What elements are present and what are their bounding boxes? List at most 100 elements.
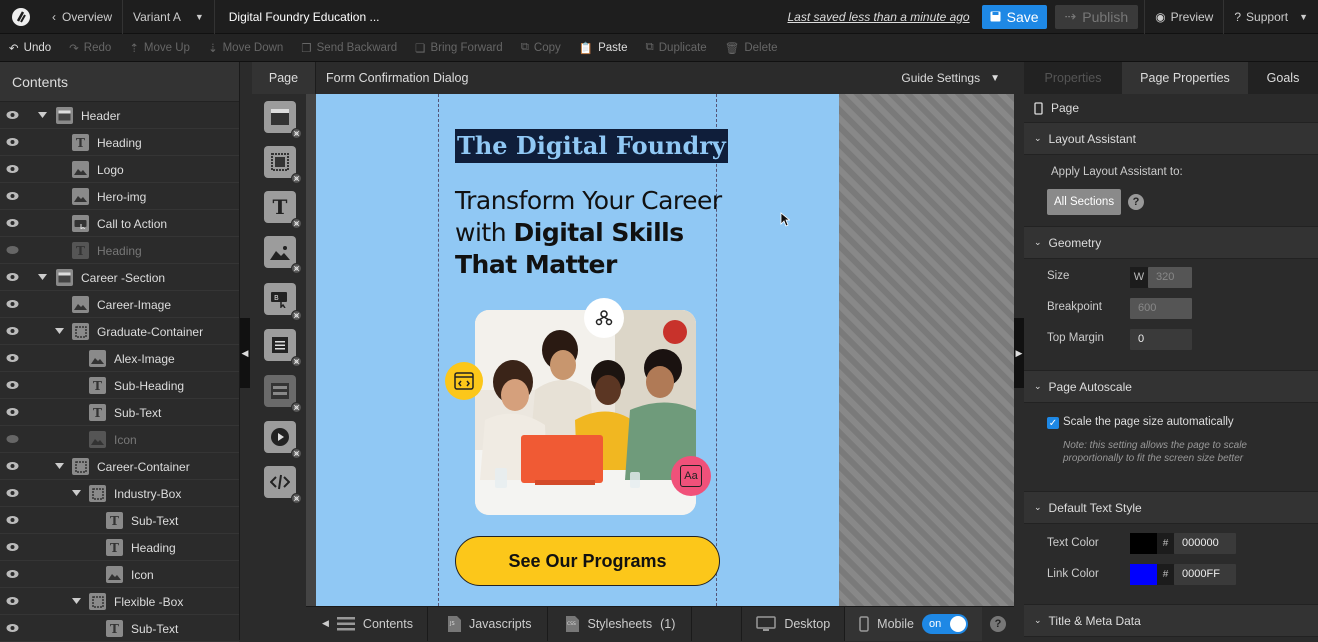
tree-row[interactable]: Flexible -Box [0,588,239,615]
layout-assistant-section[interactable]: ⌄ Layout Assistant [1024,122,1318,155]
eye-icon[interactable] [6,109,19,121]
contents-toggle-button[interactable]: ◀ Contents [306,606,428,641]
mobile-view-button[interactable]: Mobile on [845,606,982,641]
desktop-view-button[interactable]: Desktop [741,606,846,641]
caret-down-icon[interactable] [72,490,81,496]
mobile-toggle[interactable]: on [922,613,968,634]
tree-row[interactable]: Industry-Box [0,480,239,507]
eye-icon[interactable] [6,622,19,634]
tree-row[interactable]: T Heading [0,534,239,561]
text-color-swatch[interactable] [1130,533,1157,554]
eye-icon[interactable] [6,190,19,202]
undo-button[interactable]: ↶ Undo [0,41,60,55]
javascripts-button[interactable]: JS Javascripts [428,606,549,641]
eye-icon[interactable] [6,514,19,526]
eye-icon[interactable] [6,595,19,607]
caret-down-icon[interactable] [55,328,64,334]
tab-goals[interactable]: Goals [1248,62,1318,94]
tree-row[interactable]: T Sub-Text [0,615,239,642]
bring-forward-button[interactable]: ❏ Bring Forward [406,41,512,55]
save-button[interactable]: Save [981,4,1047,29]
button-widget-button[interactable]: B [264,283,302,321]
hero-widget-button[interactable] [264,375,302,413]
section-widget-button[interactable] [264,101,302,139]
text-widget-button[interactable]: T [264,191,302,229]
variant-selector[interactable]: Variant A ▼ [123,0,215,34]
collapse-left-panel-handle[interactable]: ◀ [240,318,250,388]
image-widget-button[interactable] [264,236,302,274]
caret-down-icon[interactable] [38,274,47,280]
eye-icon[interactable] [6,460,19,472]
help-icon[interactable]: ? [1128,194,1144,210]
guide-settings-dropdown[interactable]: Guide Settings ▼ [901,71,1014,85]
move-up-button[interactable]: ⇡ Move Up [120,41,199,55]
tree-row[interactable]: Alex-Image [0,345,239,372]
scale-checkbox[interactable]: ✓ [1047,417,1059,429]
preview-button[interactable]: ◉ Preview [1144,0,1223,34]
stylesheets-button[interactable]: CSS Stylesheets (1) [548,606,693,641]
copy-button[interactable]: ⧉ Copy [512,41,570,54]
tab-properties[interactable]: Properties [1024,62,1122,94]
move-down-button[interactable]: ⇣ Move Down [199,41,292,55]
eye-icon[interactable] [6,541,19,553]
tree-row[interactable]: T Sub-Text [0,507,239,534]
eye-hidden-icon[interactable] [6,244,19,256]
hero-image[interactable] [475,310,696,515]
send-backward-button[interactable]: ❐ Send Backward [292,41,406,55]
tree-row[interactable]: Header [0,102,239,129]
tab-page-properties[interactable]: Page Properties [1122,62,1248,94]
tree-row[interactable]: Icon [0,561,239,588]
tree-row[interactable]: Career-Container [0,453,239,480]
overview-link[interactable]: ‹ Overview [42,0,124,34]
all-sections-button[interactable]: All Sections [1047,189,1122,215]
eye-icon[interactable] [6,325,19,337]
tree-row[interactable]: T Sub-Text [0,399,239,426]
paste-button[interactable]: 📋 Paste [570,41,637,55]
page-autoscale-section[interactable]: ⌄ Page Autoscale [1024,370,1318,403]
eye-icon[interactable] [6,379,19,391]
tree-row[interactable]: Call to Action [0,210,239,237]
geometry-section[interactable]: ⌄ Geometry [1024,226,1318,259]
eye-icon[interactable] [6,217,19,229]
link-color-swatch[interactable] [1130,564,1157,585]
size-input[interactable]: 320 [1148,267,1192,288]
caret-down-icon[interactable] [38,112,47,118]
text-color-input[interactable]: 000000 [1174,533,1236,554]
tree-row[interactable]: Career-Image [0,291,239,318]
tree-row[interactable]: Hero-img [0,183,239,210]
breakpoint-input[interactable]: 600 [1130,298,1192,319]
eye-icon[interactable] [6,352,19,364]
caret-down-icon[interactable] [72,598,81,604]
eye-icon[interactable] [6,568,19,580]
form-widget-button[interactable] [264,329,302,367]
duplicate-button[interactable]: ⧉ Duplicate [637,41,716,54]
eye-icon[interactable] [6,136,19,148]
last-saved-link[interactable]: Last saved less than a minute ago [787,10,981,24]
top-margin-input[interactable]: 0 [1130,329,1192,350]
delete-button[interactable]: 🗑 Delete [716,41,787,55]
support-menu[interactable]: ? Support ▼ [1223,0,1318,34]
tree-row[interactable]: Icon [0,426,239,453]
brand-heading[interactable]: The Digital Foundry [455,129,728,163]
tree-row[interactable]: T Heading [0,129,239,156]
cta-button[interactable]: See Our Programs [455,536,720,586]
box-widget-button[interactable] [264,146,302,184]
tree-row[interactable]: Graduate-Container [0,318,239,345]
app-logo-icon[interactable] [0,0,42,34]
publish-button[interactable]: ⇢ Publish [1054,4,1139,29]
collapse-right-panel-handle[interactable]: ▶ [1014,318,1024,388]
default-text-style-section[interactable]: ⌄ Default Text Style [1024,491,1318,524]
link-color-input[interactable]: 0000FF [1174,564,1236,585]
eye-hidden-icon[interactable] [6,433,19,445]
tree-row[interactable]: Logo [0,156,239,183]
video-widget-button[interactable] [264,421,302,459]
tree-row[interactable]: T Sub-Heading [0,372,239,399]
caret-down-icon[interactable] [55,463,64,469]
redo-button[interactable]: ↷ Redo [60,41,120,55]
page-area[interactable]: The Digital Foundry Transform Your Caree… [316,94,839,606]
code-widget-button[interactable] [264,466,302,504]
eye-icon[interactable] [6,487,19,499]
eye-icon[interactable] [6,271,19,283]
tab-page[interactable]: Page [252,62,316,94]
hero-headline[interactable]: Transform Your Career with Digital Skill… [455,185,725,281]
